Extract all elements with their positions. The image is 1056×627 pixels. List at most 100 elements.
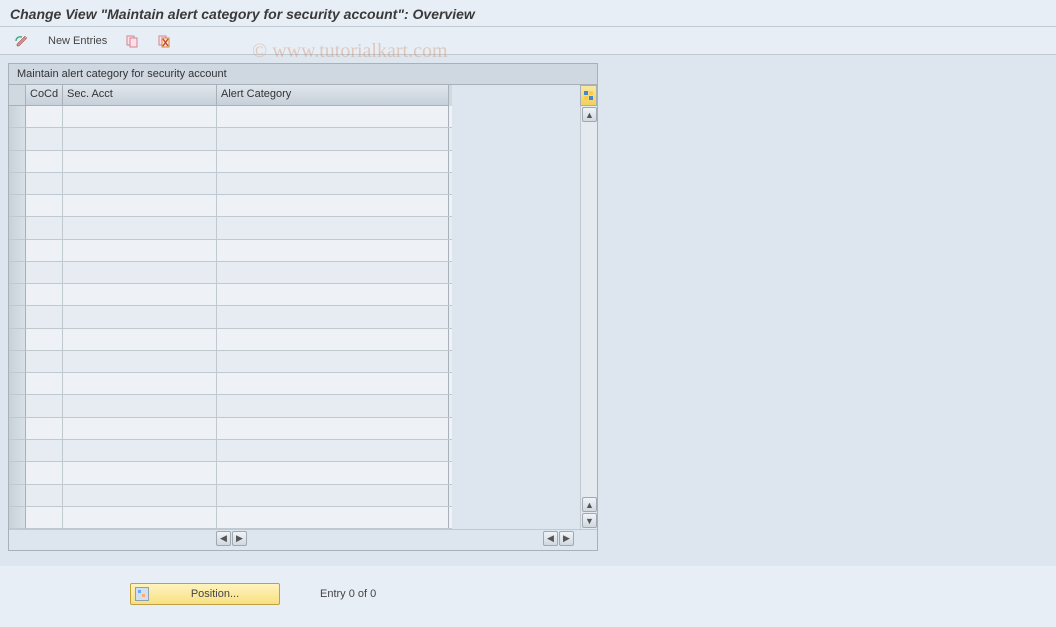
- table-row[interactable]: [26, 395, 452, 417]
- cell-cocd[interactable]: [26, 418, 63, 439]
- cell-sec-acct[interactable]: [63, 262, 217, 283]
- cell-alert-category[interactable]: [217, 373, 449, 394]
- cell-cocd[interactable]: [26, 128, 63, 149]
- cell-sec-acct[interactable]: [63, 373, 217, 394]
- cell-sec-acct[interactable]: [63, 507, 217, 528]
- cell-alert-category[interactable]: [217, 462, 449, 483]
- row-selector[interactable]: [9, 195, 26, 217]
- cell-cocd[interactable]: [26, 462, 63, 483]
- cell-alert-category[interactable]: [217, 507, 449, 528]
- cell-cocd[interactable]: [26, 351, 63, 372]
- cell-cocd[interactable]: [26, 306, 63, 327]
- table-row[interactable]: [26, 217, 452, 239]
- cell-sec-acct[interactable]: [63, 128, 217, 149]
- cell-cocd[interactable]: [26, 440, 63, 461]
- cell-sec-acct[interactable]: [63, 395, 217, 416]
- cell-sec-acct[interactable]: [63, 485, 217, 506]
- copy-as-button[interactable]: [119, 30, 145, 52]
- table-row[interactable]: [26, 195, 452, 217]
- cell-alert-category[interactable]: [217, 106, 449, 127]
- cell-cocd[interactable]: [26, 106, 63, 127]
- row-selector[interactable]: [9, 462, 26, 484]
- row-selector[interactable]: [9, 284, 26, 306]
- row-selector[interactable]: [9, 418, 26, 440]
- cell-sec-acct[interactable]: [63, 106, 217, 127]
- cell-sec-acct[interactable]: [63, 462, 217, 483]
- row-selector[interactable]: [9, 217, 26, 239]
- cell-alert-category[interactable]: [217, 262, 449, 283]
- cell-alert-category[interactable]: [217, 395, 449, 416]
- table-row[interactable]: [26, 485, 452, 507]
- cell-sec-acct[interactable]: [63, 351, 217, 372]
- cell-cocd[interactable]: [26, 195, 63, 216]
- table-row[interactable]: [26, 373, 452, 395]
- table-row[interactable]: [26, 106, 452, 128]
- position-button[interactable]: Position...: [130, 583, 280, 605]
- table-row[interactable]: [26, 418, 452, 440]
- cell-sec-acct[interactable]: [63, 217, 217, 238]
- scroll-left-button[interactable]: ◀: [216, 531, 231, 546]
- cell-alert-category[interactable]: [217, 306, 449, 327]
- cell-sec-acct[interactable]: [63, 151, 217, 172]
- cell-cocd[interactable]: [26, 507, 63, 528]
- cell-sec-acct[interactable]: [63, 240, 217, 261]
- cell-cocd[interactable]: [26, 240, 63, 261]
- row-selector[interactable]: [9, 306, 26, 328]
- cell-alert-category[interactable]: [217, 351, 449, 372]
- column-header-cocd[interactable]: CoCd: [26, 85, 63, 106]
- column-header-alert-category[interactable]: Alert Category: [217, 85, 449, 106]
- table-row[interactable]: [26, 151, 452, 173]
- row-selector[interactable]: [9, 440, 26, 462]
- table-row[interactable]: [26, 306, 452, 328]
- scroll-left-end-button[interactable]: ◀: [543, 531, 558, 546]
- table-row[interactable]: [26, 351, 452, 373]
- cell-cocd[interactable]: [26, 485, 63, 506]
- row-selector[interactable]: [9, 240, 26, 262]
- cell-sec-acct[interactable]: [63, 284, 217, 305]
- scroll-right-button[interactable]: ▶: [232, 531, 247, 546]
- row-selector[interactable]: [9, 262, 26, 284]
- row-selector[interactable]: [9, 351, 26, 373]
- scroll-up-button[interactable]: ▲: [582, 107, 597, 122]
- table-row[interactable]: [26, 284, 452, 306]
- cell-sec-acct[interactable]: [63, 306, 217, 327]
- delete-button[interactable]: [151, 30, 177, 52]
- scroll-down-button[interactable]: ▼: [582, 513, 597, 528]
- table-row[interactable]: [26, 329, 452, 351]
- cell-alert-category[interactable]: [217, 128, 449, 149]
- scroll-up-end-button[interactable]: ▲: [582, 497, 597, 512]
- table-settings-button[interactable]: [580, 85, 597, 106]
- select-all-button[interactable]: [9, 85, 26, 106]
- table-row[interactable]: [26, 507, 452, 529]
- table-row[interactable]: [26, 462, 452, 484]
- cell-sec-acct[interactable]: [63, 195, 217, 216]
- vertical-scrollbar[interactable]: ▲ ▲ ▼: [580, 85, 597, 529]
- cell-cocd[interactable]: [26, 373, 63, 394]
- cell-cocd[interactable]: [26, 329, 63, 350]
- cell-alert-category[interactable]: [217, 440, 449, 461]
- table-row[interactable]: [26, 173, 452, 195]
- cell-cocd[interactable]: [26, 395, 63, 416]
- cell-sec-acct[interactable]: [63, 440, 217, 461]
- cell-alert-category[interactable]: [217, 485, 449, 506]
- cell-sec-acct[interactable]: [63, 173, 217, 194]
- row-selector[interactable]: [9, 151, 26, 173]
- cell-alert-category[interactable]: [217, 151, 449, 172]
- cell-alert-category[interactable]: [217, 284, 449, 305]
- cell-cocd[interactable]: [26, 151, 63, 172]
- scroll-right-end-button[interactable]: ▶: [559, 531, 574, 546]
- row-selector[interactable]: [9, 373, 26, 395]
- table-row[interactable]: [26, 262, 452, 284]
- row-selector[interactable]: [9, 128, 26, 150]
- cell-cocd[interactable]: [26, 284, 63, 305]
- cell-cocd[interactable]: [26, 217, 63, 238]
- cell-sec-acct[interactable]: [63, 418, 217, 439]
- table-row[interactable]: [26, 440, 452, 462]
- toggle-display-change-button[interactable]: [10, 30, 36, 52]
- cell-alert-category[interactable]: [217, 173, 449, 194]
- cell-sec-acct[interactable]: [63, 329, 217, 350]
- cell-alert-category[interactable]: [217, 329, 449, 350]
- cell-alert-category[interactable]: [217, 195, 449, 216]
- column-header-sec-acct[interactable]: Sec. Acct: [63, 85, 217, 106]
- cell-alert-category[interactable]: [217, 418, 449, 439]
